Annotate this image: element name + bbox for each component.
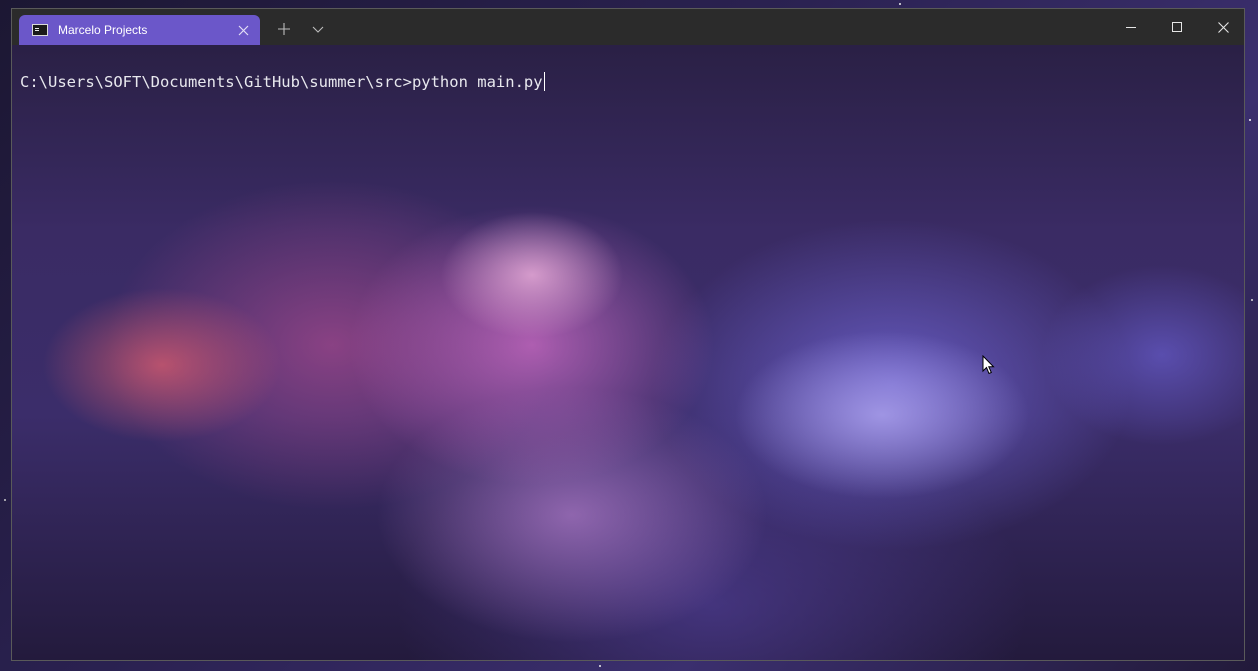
tab-close-button[interactable] [232, 19, 254, 41]
tab-title: Marcelo Projects [58, 23, 148, 37]
command-prompt-icon [32, 24, 48, 36]
terminal-window: Marcelo Projects C:\Users\SOFT\Documents… [11, 8, 1245, 661]
maximize-button[interactable] [1154, 9, 1200, 45]
text-cursor [543, 72, 545, 91]
title-bar[interactable]: Marcelo Projects [12, 9, 1244, 45]
minimize-icon [1126, 27, 1136, 28]
plus-icon [278, 23, 290, 35]
new-tab-button[interactable] [270, 17, 298, 41]
command-text: python main.py [411, 73, 543, 91]
terminal-output[interactable]: C:\Users\SOFT\Documents\GitHub\summer\sr… [12, 45, 1244, 660]
maximize-icon [1172, 22, 1182, 32]
close-window-button[interactable] [1200, 9, 1244, 45]
chevron-down-icon [312, 26, 324, 33]
prompt-path: C:\Users\SOFT\Documents\GitHub\summer\sr… [20, 73, 412, 91]
tab-marcelo-projects[interactable]: Marcelo Projects [19, 15, 260, 45]
minimize-button[interactable] [1108, 9, 1154, 45]
close-icon [1217, 21, 1229, 33]
mouse-pointer-icon [982, 355, 995, 375]
tab-dropdown-button[interactable] [304, 17, 332, 41]
command-line[interactable]: C:\Users\SOFT\Documents\GitHub\summer\sr… [20, 72, 545, 92]
close-icon [238, 25, 248, 35]
